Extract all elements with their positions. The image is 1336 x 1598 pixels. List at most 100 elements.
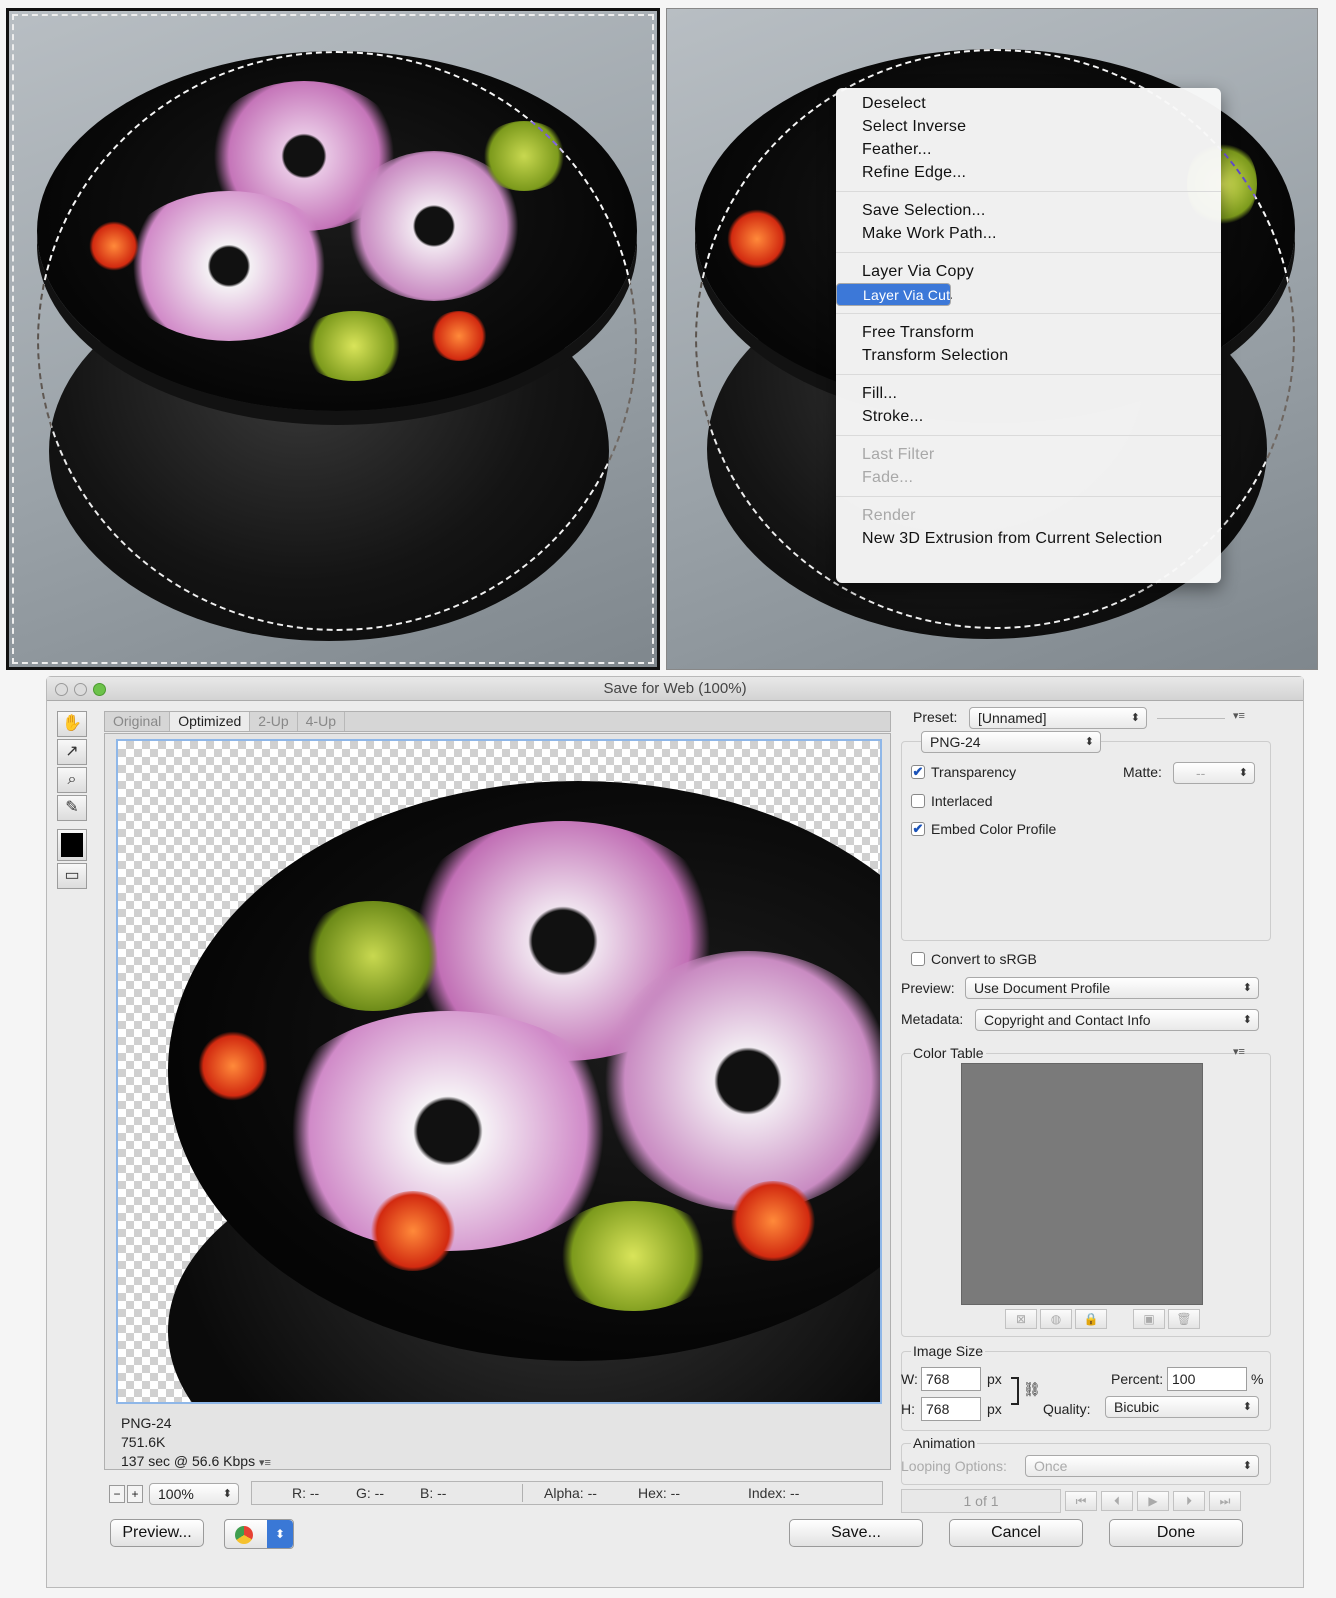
new-color-icon: ▣ — [1133, 1309, 1165, 1329]
tool-column: ✋ ↗ ⌕ ✎ ▭ — [57, 711, 87, 891]
interlaced-label: Interlaced — [931, 793, 993, 809]
menu-item-layer-via-copy[interactable]: Layer Via Copy — [836, 260, 1221, 283]
color-table-label: Color Table — [911, 1045, 986, 1061]
percent-label: Percent: — [1111, 1371, 1164, 1387]
preset-divider — [1157, 718, 1225, 719]
preview-button[interactable]: Preview... — [110, 1519, 204, 1547]
optimize-menu-icon[interactable]: ▾≡ — [1233, 709, 1245, 722]
menu-item-render: Render — [862, 507, 916, 524]
selection-marquee — [37, 51, 637, 631]
matte-label: Matte: — [1123, 764, 1162, 780]
looping-options-label: Looping Options: — [901, 1458, 1007, 1474]
info-download-time: 137 sec @ 56.6 Kbps — [121, 1453, 256, 1469]
animation-label: Animation — [911, 1435, 978, 1451]
pink-flower — [598, 951, 880, 1211]
convert-srgb-checkbox[interactable] — [911, 952, 925, 966]
context-menu: Deselect Select Inverse Feather... Refin… — [836, 88, 1221, 583]
tab-original[interactable]: Original — [105, 712, 171, 731]
height-unit: px — [987, 1401, 1002, 1417]
download-speed-menu-icon[interactable]: ▾≡ — [259, 1457, 271, 1469]
convert-srgb-label: Convert to sRGB — [931, 951, 1037, 967]
map-transparency-icon: ⊠ — [1005, 1309, 1037, 1329]
red-berry — [198, 1031, 268, 1101]
menu-item-layer-via-cut[interactable]: Layer Via Cut — [836, 283, 952, 306]
menu-item-deselect[interactable]: Deselect — [836, 92, 1221, 115]
menu-separator — [836, 374, 1221, 375]
green-leaf — [298, 901, 448, 1011]
previous-frame-icon: ⏴ — [1101, 1491, 1133, 1511]
constrain-bracket — [1011, 1377, 1019, 1405]
green-readout: G: -- — [356, 1485, 384, 1501]
height-input[interactable]: 768 — [921, 1397, 981, 1421]
transparency-checkbox[interactable]: ✔ — [911, 765, 925, 779]
menu-item-transform-selection[interactable]: Transform Selection — [836, 344, 1221, 367]
quality-select[interactable]: Bicubic ⬍ — [1105, 1396, 1259, 1418]
percent-input[interactable]: 100 — [1167, 1367, 1247, 1391]
color-table-swatches — [961, 1063, 1203, 1305]
close-window-button[interactable] — [55, 683, 68, 696]
tab-4-up[interactable]: 4-Up — [298, 712, 345, 731]
web-shift-icon: ◍ — [1040, 1309, 1072, 1329]
metadata-select[interactable]: Copyright and Contact Info ⬍ — [975, 1009, 1259, 1031]
hand-tool-icon[interactable]: ✋ — [57, 711, 87, 737]
metadata-label: Metadata: — [901, 1011, 964, 1027]
zoom-tool-icon[interactable]: ⌕ — [57, 767, 87, 793]
interlaced-checkbox[interactable] — [911, 794, 925, 808]
color-readout-bar: R: -- G: -- B: -- Alpha: -- Hex: -- Inde… — [251, 1481, 883, 1505]
color-table-menu-icon[interactable]: ▾≡ — [1233, 1045, 1245, 1058]
view-tabs: Original Optimized 2-Up 4-Up — [104, 711, 891, 732]
readout-divider — [522, 1484, 523, 1502]
percent-unit: % — [1251, 1371, 1264, 1387]
optimized-preview-canvas[interactable] — [116, 739, 882, 1404]
menu-item-refine-edge[interactable]: Refine Edge... — [836, 161, 1221, 184]
preview-profile-select[interactable]: Use Document Profile ⬍ — [965, 977, 1259, 999]
minimize-window-button[interactable] — [74, 683, 87, 696]
menu-item-new-3d-extrusion[interactable]: New 3D Extrusion from Current Selection — [836, 527, 1221, 550]
save-for-web-dialog: Save for Web (100%) ✋ ↗ ⌕ ✎ ▭ Original Op… — [46, 676, 1304, 1588]
transparency-label: Transparency — [931, 764, 1017, 780]
preset-select[interactable]: [Unnamed] ⬍ — [969, 707, 1147, 729]
link-icon[interactable]: ⛓ — [1023, 1381, 1041, 1398]
zoom-out-button[interactable]: − — [109, 1485, 125, 1503]
width-label: W: — [901, 1371, 918, 1387]
format-select[interactable]: PNG-24 ⬍ — [921, 731, 1101, 753]
slice-select-tool-icon[interactable]: ↗ — [57, 739, 87, 765]
toggle-slices-icon[interactable]: ▭ — [57, 863, 87, 889]
preview-label: Preview: — [901, 980, 955, 996]
width-input[interactable]: 768 — [921, 1367, 981, 1391]
browser-select-arrow-icon: ⬍ — [267, 1520, 293, 1548]
menu-item-save-selection[interactable]: Save Selection... — [836, 199, 1221, 222]
tab-2-up[interactable]: 2-Up — [250, 712, 298, 731]
menu-item-make-work-path[interactable]: Make Work Path... — [836, 222, 1221, 245]
eyedropper-tool-icon[interactable]: ✎ — [57, 795, 87, 821]
zoom-window-button[interactable] — [93, 683, 106, 696]
browser-select[interactable]: ⬍ — [224, 1519, 294, 1549]
menu-item-fill[interactable]: Fill... — [836, 382, 1221, 405]
lock-color-icon: 🔒 — [1075, 1309, 1107, 1329]
menu-separator — [836, 435, 1221, 436]
zoom-in-button[interactable]: + — [127, 1485, 143, 1503]
info-format: PNG-24 — [121, 1415, 172, 1431]
index-readout: Index: -- — [748, 1485, 800, 1501]
red-readout: R: -- — [292, 1485, 320, 1501]
menu-item-feather[interactable]: Feather... — [836, 138, 1221, 161]
menu-separator — [836, 496, 1221, 497]
menu-item-fade: Fade... — [862, 469, 914, 486]
matte-select[interactable]: -- ⬍ — [1173, 762, 1255, 784]
height-label: H: — [901, 1401, 915, 1417]
red-berry — [368, 1191, 458, 1271]
eyedropper-color-swatch[interactable] — [57, 829, 87, 861]
left-photo-panel — [6, 8, 660, 670]
play-animation-icon: ▶ — [1137, 1491, 1169, 1511]
menu-item-stroke[interactable]: Stroke... — [836, 405, 1221, 428]
zoom-level-select[interactable]: 100% ⬍ — [149, 1483, 239, 1505]
tab-optimized[interactable]: Optimized — [170, 712, 251, 731]
first-frame-icon: ⏮ — [1065, 1491, 1097, 1511]
last-frame-icon: ⏭ — [1209, 1491, 1241, 1511]
menu-item-select-inverse[interactable]: Select Inverse — [836, 115, 1221, 138]
menu-separator — [836, 191, 1221, 192]
embed-color-profile-checkbox[interactable]: ✔ — [911, 822, 925, 836]
browser-icon — [235, 1526, 253, 1544]
menu-item-free-transform[interactable]: Free Transform — [836, 321, 1221, 344]
red-berry — [728, 1181, 818, 1261]
